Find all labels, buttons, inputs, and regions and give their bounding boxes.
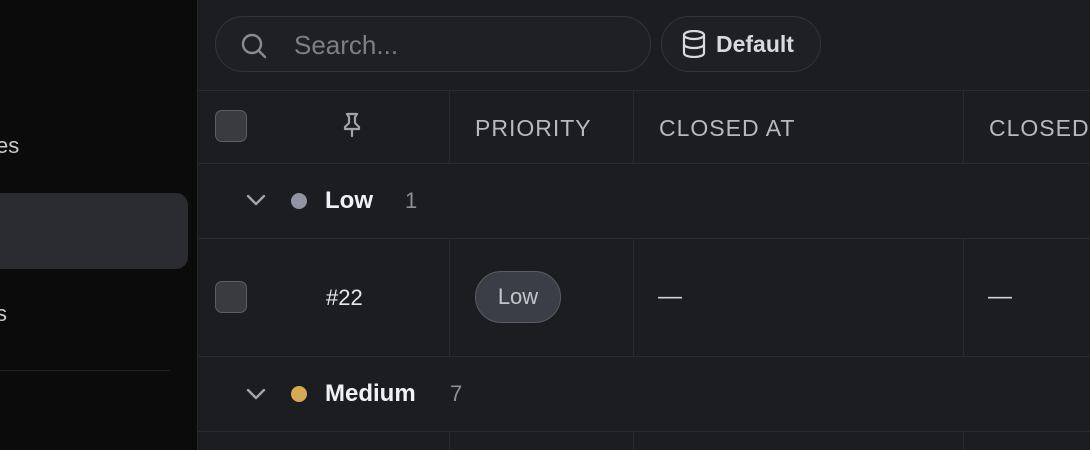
group-label: Medium <box>325 380 416 407</box>
sidebar-item-label-partial[interactable]: es <box>0 133 19 159</box>
group-count: 1 <box>405 188 418 213</box>
sidebar: es s ‧ <box>0 0 198 450</box>
column-header-closed[interactable]: CLOSED <box>989 115 1090 142</box>
priority-dot <box>291 193 307 209</box>
closed-at-value: — <box>658 283 682 310</box>
column-divider <box>963 91 964 163</box>
select-all-checkbox[interactable] <box>215 110 247 142</box>
sidebar-divider <box>0 370 170 371</box>
priority-badge[interactable]: Low <box>475 271 561 323</box>
chevron-down-icon[interactable] <box>245 386 267 402</box>
column-divider <box>633 91 634 163</box>
main-panel: Default PRIORITY CLOSED AT CLOSED Low 1 … <box>198 0 1090 450</box>
priority-dot <box>291 386 307 402</box>
pin-icon[interactable] <box>341 112 363 138</box>
view-select-label: Default <box>716 30 794 57</box>
toolbar: Default <box>198 0 1090 91</box>
sidebar-item-active[interactable] <box>0 193 188 269</box>
search-input[interactable] <box>292 27 636 63</box>
column-divider <box>633 432 634 450</box>
group-header-medium[interactable]: Medium 7 <box>198 357 1090 432</box>
issue-id[interactable]: #22 <box>326 285 363 311</box>
database-icon <box>682 30 706 58</box>
column-divider <box>449 239 450 356</box>
column-divider <box>963 432 964 450</box>
sidebar-item-label-partial[interactable]: s <box>0 301 7 327</box>
column-header-closed-at[interactable]: CLOSED AT <box>659 115 795 142</box>
group-count: 7 <box>450 381 463 406</box>
table-header: PRIORITY CLOSED AT CLOSED <box>198 91 1090 164</box>
group-header-low[interactable]: Low 1 <box>198 164 1090 239</box>
column-header-priority[interactable]: PRIORITY <box>475 115 592 142</box>
group-label: Low <box>325 187 373 214</box>
column-divider <box>449 432 450 450</box>
chevron-down-icon[interactable] <box>245 192 267 208</box>
search-icon <box>241 33 267 59</box>
row-checkbox[interactable] <box>215 281 247 313</box>
search-box[interactable] <box>215 16 651 72</box>
column-divider <box>963 239 964 356</box>
table-row[interactable]: #22 Low — — <box>198 239 1090 357</box>
view-select-button[interactable]: Default <box>661 16 821 72</box>
table-row-partial <box>198 432 1090 450</box>
closed-value: — <box>988 283 1012 310</box>
column-divider <box>633 239 634 356</box>
column-divider <box>449 91 450 163</box>
